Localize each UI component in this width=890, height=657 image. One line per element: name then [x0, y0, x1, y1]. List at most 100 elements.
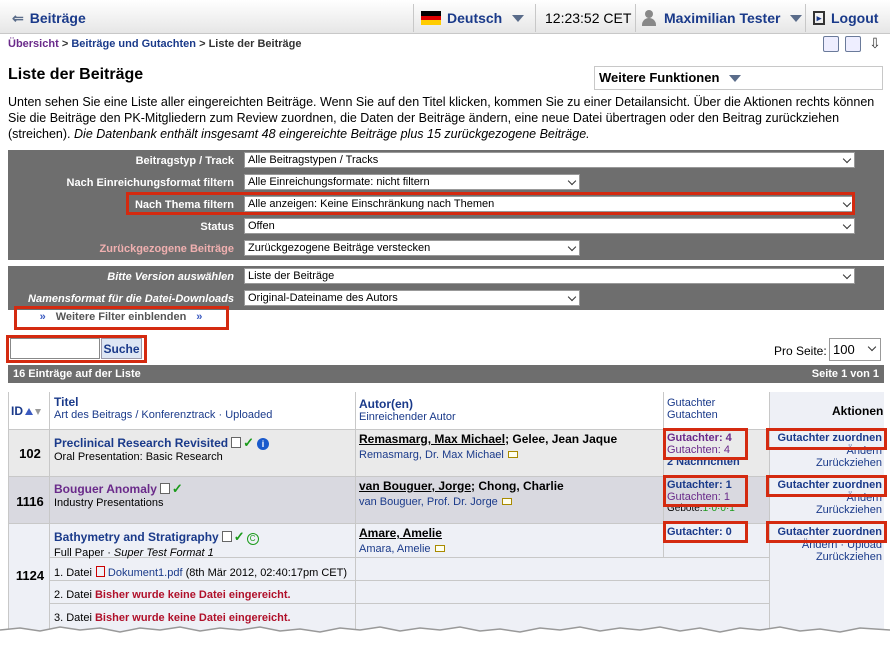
reviewers-header-link[interactable]: Gutachter [667, 397, 718, 409]
language-label: Deutsch [447, 10, 503, 26]
withdrawn-select[interactable]: Zurückgezogene Beiträge verstecken [244, 240, 580, 256]
row-id: 1124 [15, 568, 45, 583]
row-id: 102 [19, 446, 41, 461]
per-page-label: Pro Seite: [774, 344, 827, 358]
logout-icon: ▸ [813, 11, 825, 25]
chevron-down-icon [512, 14, 525, 22]
track-header-link[interactable]: Art des Beitrags / Konferenztrack [54, 409, 215, 421]
sort-descending-icon[interactable] [35, 409, 41, 415]
clock-time: 12:23:52 CET [545, 6, 631, 30]
breadcrumb: Übersicht > Beiträge und Gutachten > Lis… [8, 38, 301, 50]
export-icon[interactable] [823, 36, 839, 52]
submitter-link[interactable]: Amara, Amelie [359, 543, 431, 555]
author-header-link[interactable]: Autor(en) [359, 397, 456, 411]
submitter-link[interactable]: Remasmarg, Dr. Max Michael [359, 449, 504, 461]
id-column-header[interactable]: ID [11, 404, 41, 418]
format-select[interactable]: Alle Einreichungsformate: nicht filtern [244, 174, 580, 190]
print-icon[interactable] [845, 36, 861, 52]
submitter-header-link[interactable]: Einreichender Autor [359, 411, 456, 423]
highlight-reviewers-row3 [663, 521, 748, 543]
highlight-assign-row2 [766, 475, 887, 497]
actions-column-header: Aktionen [832, 404, 884, 418]
contribution-title-link[interactable]: Bathymetry and Stratigraphy [54, 530, 219, 544]
filter-label: Status [200, 221, 234, 233]
chevron-down-icon [567, 292, 577, 302]
document-icon[interactable] [159, 483, 170, 494]
user-menu[interactable]: Maximilian Tester [642, 6, 803, 30]
top-bar: ⇐ Beiträge Deutsch 12:23:52 CET Maximili… [0, 0, 890, 34]
highlight-assign-row1 [766, 428, 887, 450]
document-icon[interactable] [231, 437, 242, 448]
select-value: Alle Beitragstypen / Tracks [248, 154, 379, 166]
id-header-label: ID [11, 404, 23, 418]
row-title-cell: Preclinical Research Revisited ✓ i Oral Pr… [54, 435, 269, 463]
chevron-down-icon [867, 342, 877, 352]
chevron-down-icon [842, 270, 852, 280]
status-select[interactable]: Offen [244, 218, 855, 234]
mail-icon[interactable] [434, 545, 445, 552]
mail-icon[interactable] [501, 498, 512, 505]
more-functions-dropdown[interactable]: Weitere Funktionen [594, 66, 883, 90]
submitter-link[interactable]: van Bouguer, Prof. Dr. Jorge [359, 496, 498, 508]
file-prefix: 2. Datei [54, 589, 92, 601]
author-column-header: Autor(en) Einreichender Autor [359, 397, 456, 423]
filter-row-track: Beitragstyp / Track Alle Beitragstypen /… [8, 150, 884, 172]
info-icon[interactable]: i [257, 438, 269, 450]
row-title-cell: Bouguer Anomaly ✓ Industry Presentations [54, 481, 183, 509]
per-page-value: 100 [833, 342, 855, 357]
author-primary: Amare, Amelie [359, 526, 442, 540]
per-page-select[interactable]: 100 [829, 338, 881, 361]
download-icon[interactable]: ⇩ [867, 36, 883, 52]
contribution-type: Full Paper [54, 547, 105, 559]
title-column-header: Titel Art des Beitrags / Konferenztrack … [54, 395, 272, 421]
logout-button[interactable]: ▸ Logout [813, 6, 878, 30]
language-selector[interactable]: Deutsch [421, 6, 525, 30]
user-icon [642, 10, 656, 26]
german-flag-icon [421, 11, 441, 25]
uploaded-header-link[interactable]: Uploaded [225, 409, 272, 421]
filter-row-withdrawn: Zurückgezogene Beiträge Zurückgezogene B… [8, 238, 884, 260]
author-others: ; Gelee, Jean Jaque [505, 432, 618, 446]
back-to-contributions-link[interactable]: ⇐ Beiträge [12, 6, 86, 30]
select-value: Offen [248, 220, 275, 232]
chevron-down-icon [790, 14, 803, 22]
contribution-title-link[interactable]: Preclinical Research Revisited [54, 436, 228, 450]
highlight-assign-row3 [766, 521, 887, 543]
title-header-link[interactable]: Titel [54, 395, 272, 409]
mail-icon[interactable] [507, 451, 518, 458]
file-row: 1. Datei Dokument1.pdf (8th Mär 2012, 02:… [54, 566, 347, 579]
breadcrumb-separator: > [61, 38, 69, 50]
contribution-title-link[interactable]: Bouguer Anomaly [54, 482, 157, 496]
track-select[interactable]: Alle Beitragstypen / Tracks [244, 152, 855, 168]
author-others: ; Chong, Charlie [471, 479, 564, 493]
document-icon[interactable] [221, 531, 232, 542]
breadcrumb-home-link[interactable]: Übersicht [8, 38, 59, 50]
filter-row-format: Nach Einreichungsformat filtern Alle Ein… [8, 172, 884, 194]
version-select[interactable]: Liste der Beiträge [244, 268, 855, 284]
highlight-reviewers-row1 [663, 428, 748, 460]
breadcrumb-current: Liste der Beiträge [208, 38, 302, 50]
filename-format-select[interactable]: Original-Dateiname des Autors [244, 290, 580, 306]
author-primary: van Bouguer, Jorge [359, 479, 472, 493]
withdraw-link[interactable]: Zurückziehen [772, 457, 882, 469]
row-author-cell: Amare, Amelie Amara, Amelie [359, 526, 445, 555]
withdraw-link[interactable]: Zurückziehen [772, 551, 882, 563]
file-missing-notice: Bisher wurde keine Datei eingereicht. [94, 589, 291, 601]
back-arrow-icon: ⇐ [12, 9, 24, 26]
highlight-search [6, 335, 147, 363]
breadcrumb-section-link[interactable]: Beiträge und Gutachten [71, 38, 196, 50]
withdraw-link[interactable]: Zurückziehen [772, 504, 882, 516]
author-primary: Remasmarg, Max Michael [359, 432, 506, 446]
highlight-reviewers-row2 [663, 475, 748, 507]
contribution-type: Oral Presentation: Basic Research [54, 451, 223, 463]
filter-row-status: Status Offen [8, 216, 884, 238]
user-name: Maximilian Tester [664, 10, 781, 26]
file-download-link[interactable]: Dokument1.pdf [108, 567, 183, 579]
contribution-type: Industry Presentations [54, 497, 164, 509]
row-title-cell: Bathymetry and Stratigraphy ✓ C Full Paper… [54, 529, 259, 559]
reviews-header-link[interactable]: Gutachten [667, 409, 718, 421]
chevron-down-icon [842, 220, 852, 230]
sort-ascending-icon[interactable] [25, 408, 33, 415]
highlight-more-filters [14, 306, 229, 330]
row-author-cell: van Bouguer, Jorge; Chong, Charlie van B… [359, 479, 564, 508]
